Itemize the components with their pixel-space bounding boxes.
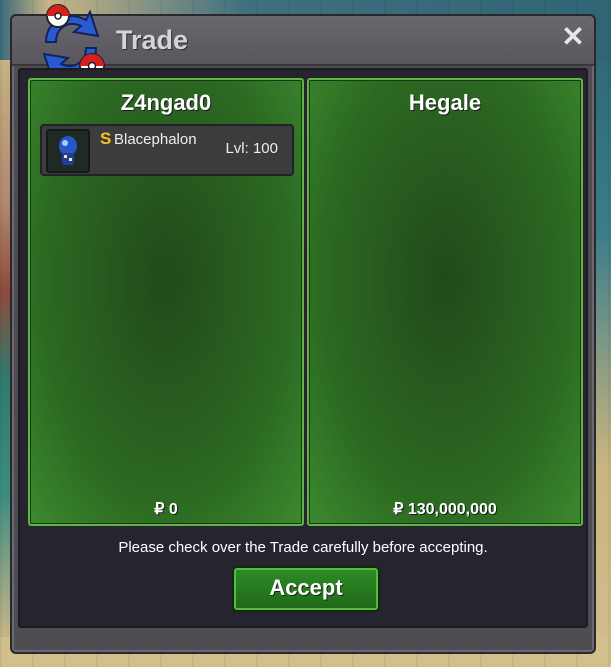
right-money-amount: ₽ 130,000,000 xyxy=(393,501,497,518)
shiny-badge: S xyxy=(100,129,112,148)
window-title: Trade xyxy=(116,25,189,55)
offered-pokemon-item[interactable]: S Blacephalon Lvl: 100 xyxy=(40,124,294,176)
trade-content: Z4ngad0 S Blacephalon Lvl: 100 ₽ 0 Hegal… xyxy=(18,68,588,628)
left-offer-panel: Z4ngad0 S Blacephalon Lvl: 100 ₽ 0 xyxy=(28,78,304,526)
trade-notice: Please check over the Trade carefully be… xyxy=(118,539,488,556)
right-offer-panel: Hegale ₽ 130,000,000 xyxy=(307,78,583,526)
left-player-name: Z4ngad0 xyxy=(120,90,212,115)
left-money-amount: ₽ 0 xyxy=(154,501,178,518)
close-icon[interactable]: ✕ xyxy=(560,23,586,51)
blacephalon-sprite-icon xyxy=(46,129,90,173)
accept-button[interactable]: Accept xyxy=(234,568,378,610)
pokemon-level: Lvl: 100 xyxy=(225,140,278,157)
trade-window: Trade ✕ Z4ngad0 S Blacephalon Lvl: 100 ₽… xyxy=(10,4,596,654)
pokemon-name: Blacephalon xyxy=(114,131,197,148)
right-player-name: Hegale xyxy=(408,90,482,115)
